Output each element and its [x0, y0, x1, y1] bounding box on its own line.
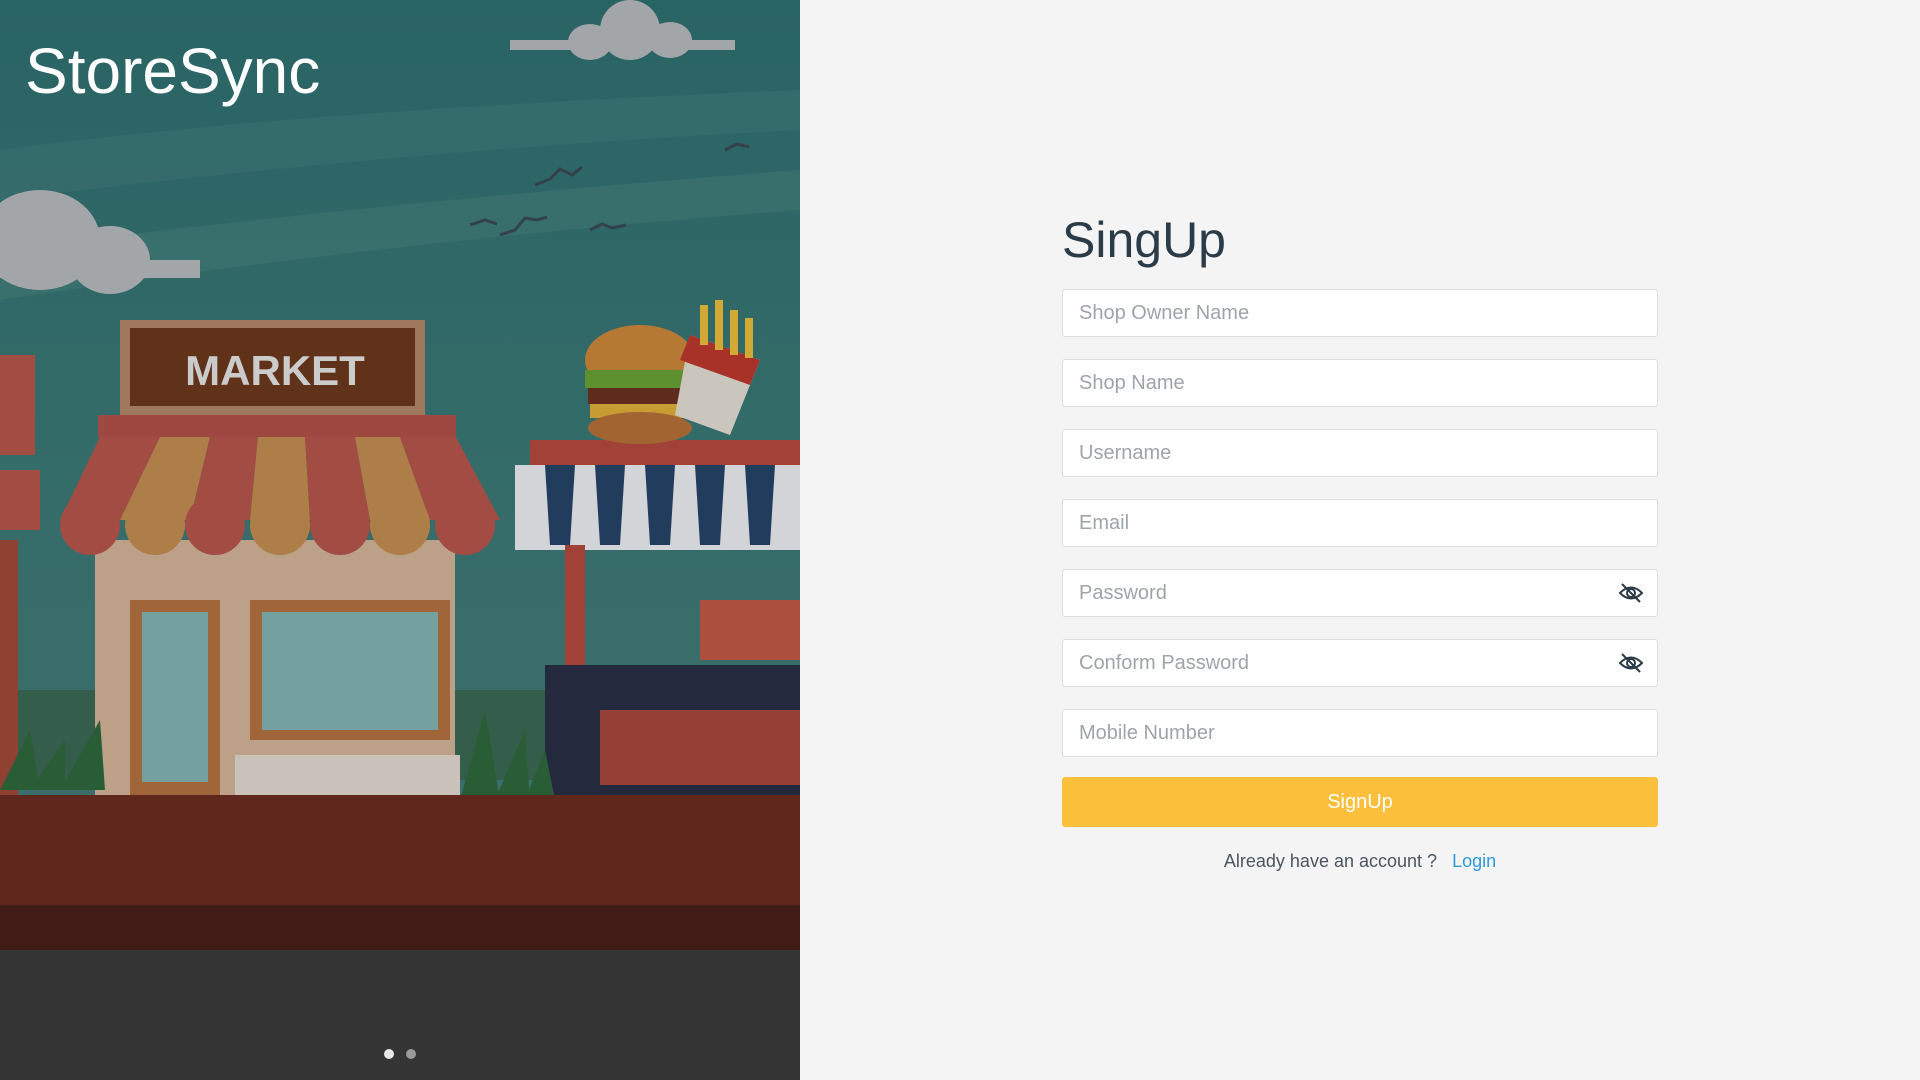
brand-logo: StoreSync [25, 35, 321, 107]
username-input[interactable] [1062, 429, 1658, 477]
hero-panel: MARKET StoreSync [0, 0, 800, 1080]
signup-panel: SingUp Shop Owner Name Shop Name Usernam… [800, 0, 1920, 1080]
page-title: SingUp [1062, 212, 1226, 268]
confirm-password-field [1062, 639, 1658, 687]
username-field [1062, 429, 1658, 477]
password-field [1062, 569, 1658, 617]
shop-name-input[interactable] [1062, 359, 1658, 407]
shop-name-field [1062, 359, 1658, 407]
login-prompt-text: Already have an account ? [1223, 851, 1438, 871]
owner-name-field [1062, 289, 1658, 337]
confirm-password-input[interactable] [1062, 639, 1658, 687]
mobile-input[interactable] [1062, 709, 1658, 757]
carousel-dot-1[interactable] [384, 1049, 394, 1059]
email-input[interactable] [1062, 499, 1658, 547]
mobile-field [1062, 709, 1658, 757]
email-field [1062, 499, 1658, 547]
password-input[interactable] [1062, 569, 1658, 617]
carousel-dots [0, 1049, 800, 1059]
market-illustration: MARKET [0, 0, 800, 1080]
eye-slash-icon[interactable] [1618, 651, 1644, 675]
eye-slash-icon[interactable] [1618, 581, 1644, 605]
login-prompt-row: Already have an account ? Login [1062, 851, 1658, 872]
login-link[interactable]: Login [1452, 851, 1496, 871]
owner-name-input[interactable] [1062, 289, 1658, 337]
signup-form: SingUp Shop Owner Name Shop Name Usernam… [1062, 205, 1658, 872]
carousel-dot-2[interactable] [406, 1049, 416, 1059]
signup-button[interactable]: SignUp [1062, 777, 1658, 827]
